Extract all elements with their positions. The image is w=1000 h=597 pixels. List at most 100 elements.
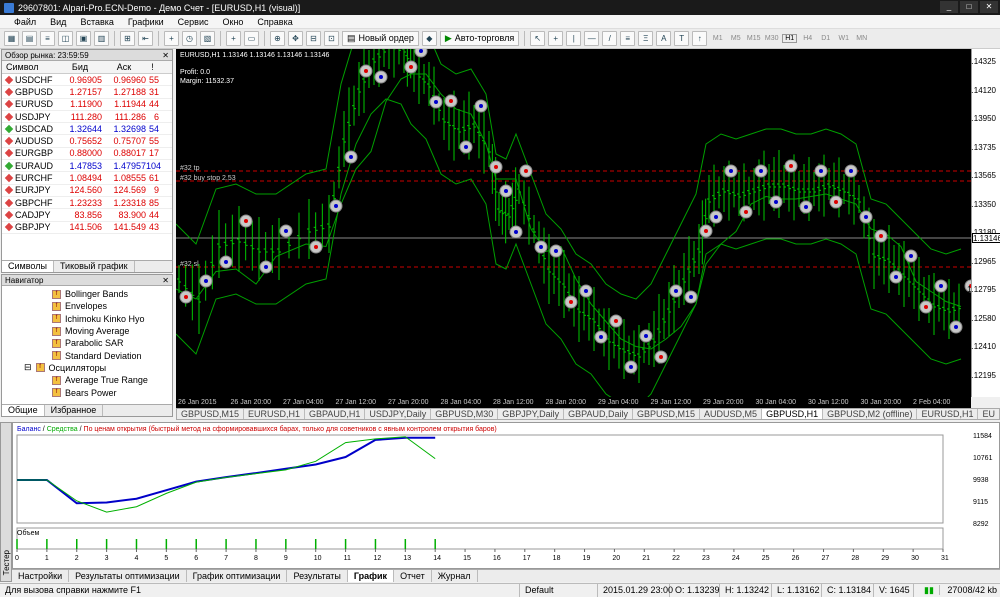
tf-w1[interactable]: W1 <box>836 35 851 42</box>
chart-tab[interactable]: EU <box>978 409 999 419</box>
new-chart-icon[interactable]: ▦ <box>4 31 19 46</box>
data-window-icon[interactable]: ◫ <box>58 31 73 46</box>
market-watch-row[interactable]: CADJPY 83.856 83.900 44 <box>2 209 172 222</box>
tf-m30[interactable]: M30 <box>764 35 779 42</box>
tab-results[interactable]: Результаты <box>287 570 348 582</box>
market-watch-row[interactable]: EURGBP 0.88000 0.88017 17 <box>2 148 172 161</box>
market-watch-icon[interactable]: ≡ <box>40 31 55 46</box>
tab-journal[interactable]: Журнал <box>432 570 478 582</box>
tf-d1[interactable]: D1 <box>818 35 833 42</box>
chart-tab[interactable]: EURUSD,H1 <box>244 409 306 419</box>
fibo-icon[interactable]: Ξ <box>638 31 654 46</box>
tab-favorites[interactable]: Избранное <box>45 405 104 416</box>
tester-graph[interactable]: 11584107619938911582920 1 2 3 4 5 6 7 8 9 10 11 12 13… <box>13 423 1000 570</box>
autoscroll-icon[interactable]: ✥ <box>288 31 303 46</box>
market-watch-row[interactable]: EURUSD 1.11900 1.11944 44 <box>2 99 172 111</box>
chart-shift-icon[interactable]: ⇤ <box>138 31 153 46</box>
market-watch-row[interactable]: USDCAD 1.32644 1.32698 54 <box>2 123 172 136</box>
chart-tab[interactable]: GBPAUD,Daily <box>564 409 634 419</box>
tab-report[interactable]: Отчет <box>394 570 432 582</box>
trendline-icon[interactable]: / <box>602 31 618 46</box>
chart-tab[interactable]: GBPJPY,Daily <box>498 409 565 419</box>
menu-help[interactable]: Справка <box>257 17 292 27</box>
menu-window[interactable]: Окно <box>223 17 244 27</box>
nav-item[interactable]: f Parabolic SAR <box>2 337 172 349</box>
tf-m1[interactable]: M1 <box>710 35 725 42</box>
close-button[interactable]: ✕ <box>980 1 998 13</box>
text-icon[interactable]: A <box>656 31 672 46</box>
tab-common[interactable]: Общие <box>2 405 45 416</box>
vline-icon[interactable]: | <box>566 31 582 46</box>
navigator-icon[interactable]: ▣ <box>76 31 91 46</box>
menu-charts[interactable]: Графики <box>128 17 164 27</box>
templates-icon[interactable]: ▧ <box>200 31 215 46</box>
tile-icon[interactable]: ▭ <box>244 31 259 46</box>
tab-symbols[interactable]: Символы <box>2 261 54 272</box>
auto-trading-button[interactable]: ▶ Авто-торговля <box>439 31 520 46</box>
price-chart-canvas[interactable] <box>175 0 978 410</box>
tab-tick-chart[interactable]: Тиковый график <box>54 261 135 272</box>
chart-tab[interactable]: GBPAUD,H1 <box>305 409 366 419</box>
tf-m5[interactable]: M5 <box>728 35 743 42</box>
nav-group-oscillators[interactable]: ⊟ f Осцилляторы <box>2 362 172 374</box>
market-watch-row[interactable]: GBPCHF 1.23233 1.23318 85 <box>2 197 172 210</box>
time-scale[interactable]: 26 Jan 2015 26 Jan 20:00 27 Jan 04:00 27 Ja… <box>176 397 971 408</box>
indicators-icon[interactable]: + <box>164 31 179 46</box>
cross-icon[interactable]: + <box>548 31 564 46</box>
channel-icon[interactable]: ≡ <box>620 31 636 46</box>
grid-icon[interactable]: ⊟ <box>306 31 321 46</box>
market-watch-row[interactable]: EURCHF 1.08494 1.08555 61 <box>2 172 172 185</box>
maximize-button[interactable]: □ <box>960 1 978 13</box>
nav-item[interactable]: f Bears Power <box>2 386 172 398</box>
nav-item[interactable]: f Bollinger Bands <box>2 288 172 300</box>
chart-tab[interactable]: USDJPY,Daily <box>365 409 432 419</box>
market-watch-row[interactable]: USDJPY 111.280 111.286 6 <box>2 111 172 124</box>
chart-tab[interactable]: GBPUSD,M15 <box>633 409 701 419</box>
close-icon[interactable]: ✕ <box>162 275 169 286</box>
tab-graph[interactable]: График <box>347 570 395 582</box>
terminal-icon[interactable]: ▥ <box>94 31 109 46</box>
menu-view[interactable]: Вид <box>50 17 66 27</box>
market-watch-row[interactable]: AUDUSD 0.75652 0.75707 55 <box>2 135 172 148</box>
profiles-icon[interactable]: ▤ <box>22 31 37 46</box>
tab-optimization-results[interactable]: Результаты оптимизации <box>69 570 187 582</box>
tf-h1[interactable]: H1 <box>782 34 798 43</box>
menu-file[interactable]: Файл <box>14 17 36 27</box>
hline-icon[interactable]: — <box>584 31 600 46</box>
market-watch-row[interactable]: GBPJPY 141.506 141.549 43 <box>2 222 172 234</box>
chart-tab[interactable]: GBPUSD,M30 <box>431 409 499 419</box>
periods-icon[interactable]: ◷ <box>182 31 197 46</box>
menu-insert[interactable]: Вставка <box>80 17 113 27</box>
chart-tab[interactable]: EURUSD,H1 <box>917 409 979 419</box>
nav-item[interactable]: f Envelopes <box>2 300 172 312</box>
nav-item[interactable]: f Standard Deviation <box>2 349 172 361</box>
nav-item[interactable]: f Moving Average <box>2 325 172 337</box>
arrow-icon[interactable]: ↑ <box>692 31 708 46</box>
tab-optimization-graph[interactable]: График оптимизации <box>187 570 288 582</box>
market-watch-row[interactable]: GBPUSD 1.27157 1.27188 31 <box>2 86 172 99</box>
crosshair-icon[interactable]: ⊕ <box>270 31 285 46</box>
price-scale[interactable]: 1.14325 1.14120 1.13950 1.13735 1.13565 1.133… <box>967 49 1000 397</box>
price-chart[interactable]: EURUSD,H1 1.13146 1.13146 1.13146 1.1314… <box>175 0 978 410</box>
zoom-in-icon[interactable]: + <box>226 31 241 46</box>
tf-mn[interactable]: MN <box>854 35 869 42</box>
nav-item[interactable]: f Ichimoku Kinko Hyo <box>2 313 172 325</box>
metaeditor-icon[interactable]: ◆ <box>421 31 437 46</box>
collapse-icon[interactable]: ⊟ <box>24 362 32 373</box>
nav-item[interactable]: f Average True Range <box>2 374 172 386</box>
market-watch-row[interactable]: USDCHF 0.96905 0.96960 55 <box>2 74 172 87</box>
chart-tab[interactable]: GBPUSD,M15 <box>177 409 245 419</box>
tab-settings[interactable]: Настройки <box>12 570 70 582</box>
tf-m15[interactable]: M15 <box>746 35 761 42</box>
strategy-tester-icon[interactable]: ⊞ <box>120 31 135 46</box>
chart-tab[interactable]: GBPUSD,M2 (offline) <box>823 409 918 419</box>
market-watch-row[interactable]: EURJPY 124.560 124.569 9 <box>2 185 172 197</box>
tf-h4[interactable]: H4 <box>800 35 815 42</box>
chart-tab[interactable]: GBPUSD,H1 <box>762 409 824 419</box>
minimize-button[interactable]: _ <box>940 1 958 13</box>
menu-tools[interactable]: Сервис <box>178 17 209 27</box>
label-icon[interactable]: T <box>674 31 690 46</box>
market-watch-row[interactable]: EURAUD 1.47853 1.47957 104 <box>2 160 172 173</box>
zoom-out-icon[interactable]: ⊡ <box>324 31 339 46</box>
cursor-icon[interactable]: ↖ <box>530 31 546 46</box>
